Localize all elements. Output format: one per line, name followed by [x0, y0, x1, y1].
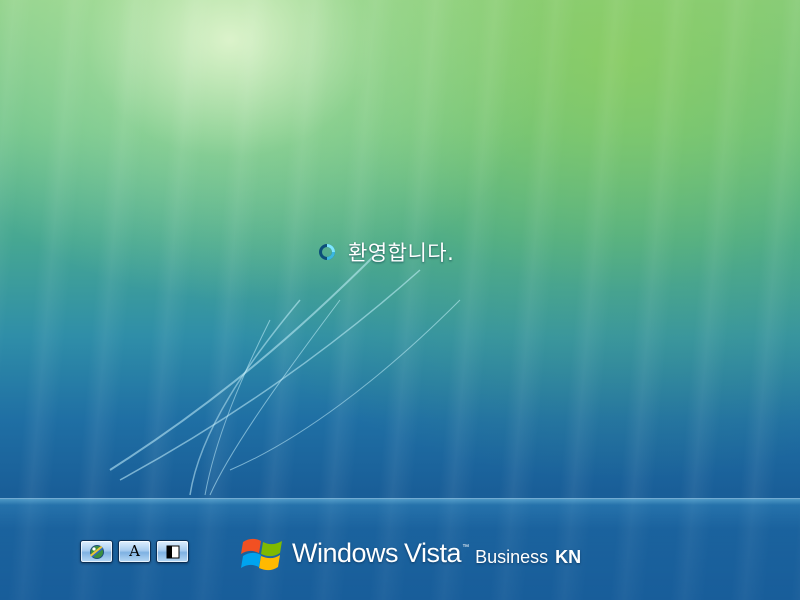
busy-spinner-icon	[318, 243, 336, 261]
brand-edition-suffix: KN	[555, 547, 582, 567]
brand-word-vista: Vista	[404, 538, 462, 568]
high-contrast-icon	[166, 545, 180, 559]
brand-word-windows: Windows	[292, 538, 399, 568]
accessibility-toolbar: A	[80, 540, 189, 563]
font-icon: A	[129, 542, 140, 560]
windows-flag-icon	[240, 530, 286, 574]
brand-edition: Business	[475, 547, 549, 567]
welcome-status: 환영합니다.	[318, 236, 454, 268]
brand-trademark: ™	[462, 544, 470, 551]
high-contrast-button[interactable]	[156, 540, 189, 563]
ease-of-access-icon	[88, 544, 106, 560]
font-size-button[interactable]: A	[118, 540, 151, 563]
ease-of-access-button[interactable]	[80, 540, 113, 563]
welcome-text: 환영합니다.	[348, 241, 455, 265]
windows-vista-logo: Windows Vista ™ Business KN	[240, 528, 581, 574]
